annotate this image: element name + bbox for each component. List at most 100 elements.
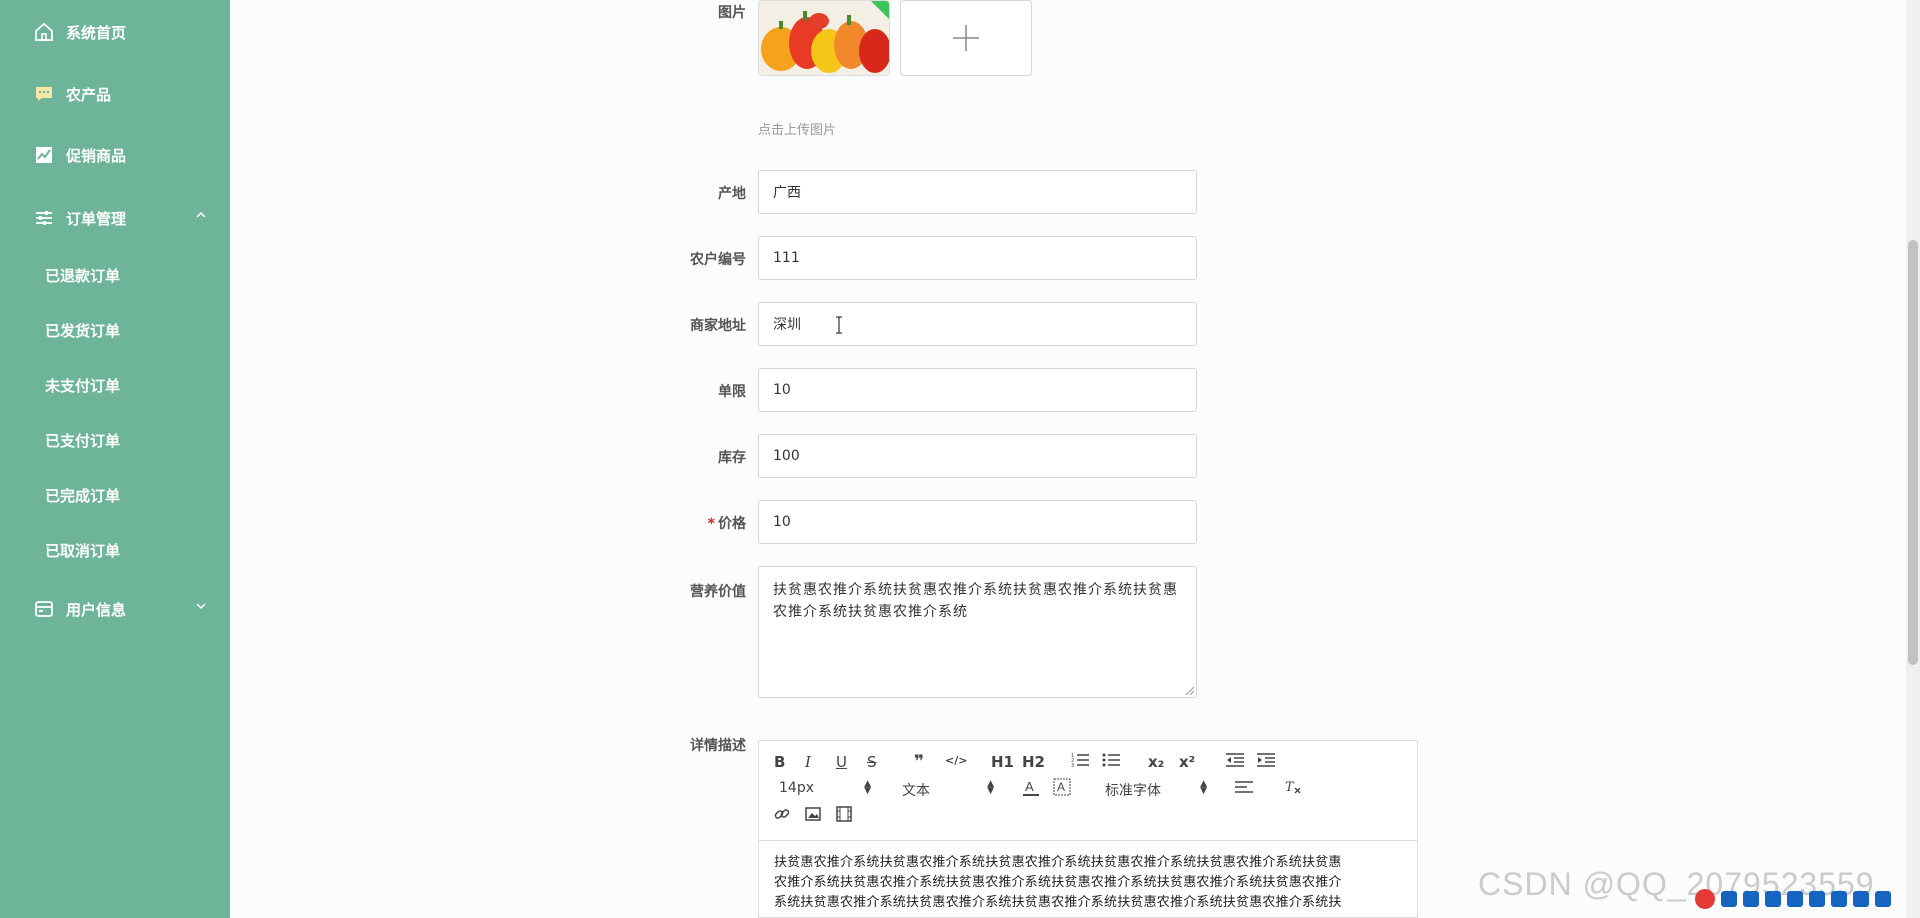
price-value: 10 <box>773 514 791 530</box>
product-image-thumbnail[interactable] <box>758 0 890 76</box>
sidebar-subitem-shipped[interactable]: 已发货订单 <box>0 312 230 348</box>
editor-line: 农推介系统扶贫惠农推介系统扶贫惠农推介系统扶贫惠农推介系统扶贫惠农推介系统扶贫惠… <box>774 875 1342 890</box>
select-arrows-icon: ▲ ▼ <box>1200 779 1207 796</box>
origin-value: 广西 <box>773 185 801 201</box>
wallet-icon <box>32 597 56 621</box>
ime-grid-icon[interactable] <box>1875 891 1891 907</box>
editor-line: 扶贫惠农推介系统扶贫惠农推介系统扶贫惠农推介系统扶贫惠农推介系统扶贫惠农推介系统… <box>774 855 1342 870</box>
ime-mic-icon[interactable] <box>1765 891 1781 907</box>
merchant-address-label: 商家地址 <box>690 318 746 334</box>
sidebar-subitem-label: 已完成订单 <box>45 486 121 505</box>
chevron-up-icon <box>196 211 206 218</box>
description-label: 详情描述 <box>690 738 746 754</box>
font-color-icon[interactable]: A <box>1022 778 1040 796</box>
sidebar-subitem-cancelled[interactable]: 已取消订单 <box>0 532 230 568</box>
indent-icon[interactable] <box>1257 752 1275 768</box>
video-insert-icon[interactable] <box>836 806 852 822</box>
select-arrows-icon: ▲ ▼ <box>987 779 994 796</box>
stock-value: 100 <box>773 448 800 464</box>
origin-input[interactable]: 广西 <box>758 170 1197 214</box>
farmer-id-input[interactable]: 111 <box>758 236 1197 280</box>
home-icon <box>32 20 56 44</box>
price-label-text: 价格 <box>718 516 746 532</box>
ime-skin-icon[interactable] <box>1809 891 1825 907</box>
scrollbar-thumb[interactable] <box>1908 240 1918 665</box>
heading1-button[interactable]: H1 <box>991 753 1014 771</box>
sidebar-subitem-paid[interactable]: 已支付订单 <box>0 422 230 458</box>
merchant-address-input[interactable]: 深圳 <box>758 302 1197 346</box>
italic-button[interactable]: I <box>805 753 811 771</box>
font-size-select[interactable]: 14px ▲ ▼ <box>779 780 871 797</box>
stock-input[interactable]: 100 <box>758 434 1197 478</box>
page-scrollbar[interactable] <box>1906 0 1920 918</box>
sidebar-item-orders[interactable]: 订单管理 <box>0 198 230 238</box>
strike-button[interactable]: S <box>867 753 877 771</box>
upload-hint: 点击上传图片 <box>758 123 837 138</box>
link-icon[interactable] <box>774 806 790 822</box>
font-family-value: 标准字体 <box>1105 783 1161 799</box>
ime-punctuation-icon[interactable] <box>1743 891 1759 907</box>
stock-label: 库存 <box>718 450 746 466</box>
ime-face-icon[interactable] <box>1853 891 1869 907</box>
blockquote-button[interactable]: ❞ <box>914 752 924 772</box>
price-label: * 价格 <box>626 513 746 533</box>
superscript-button[interactable]: x² <box>1179 753 1195 771</box>
sidebar-item-home[interactable]: 系统首页 <box>0 12 230 52</box>
paragraph-select[interactable]: 文本 ▲ ▼ <box>902 780 994 800</box>
farmer-id-value: 111 <box>773 250 800 266</box>
required-mark: * <box>707 516 715 532</box>
farmer-id-label: 农户编号 <box>690 252 746 268</box>
clear-format-icon[interactable]: T <box>1284 779 1302 795</box>
sidebar-item-label: 促销商品 <box>66 146 127 165</box>
chevron-down-icon <box>196 603 206 610</box>
sidebar-subitem-completed[interactable]: 已完成订单 <box>0 477 230 513</box>
sidebar-item-label: 用户信息 <box>66 600 127 619</box>
sidebar-item-label: 订单管理 <box>66 209 127 228</box>
text-cursor-icon <box>836 316 842 334</box>
code-button[interactable]: </> <box>945 754 967 767</box>
nutrition-textarea[interactable]: 扶贫惠农推介系统扶贫惠农推介系统扶贫惠农推介系统扶贫惠农推介系统扶贫惠农推介系统 <box>758 566 1197 698</box>
price-input[interactable]: 10 <box>758 500 1197 544</box>
sidebar-subitem-refunded[interactable]: 已退款订单 <box>0 257 230 293</box>
font-family-select[interactable]: 标准字体 ▲ ▼ <box>1105 780 1207 800</box>
nutrition-label: 营养价值 <box>690 584 746 600</box>
ime-chinese-icon[interactable] <box>1721 891 1737 907</box>
svg-text:T: T <box>1285 780 1295 795</box>
bold-button[interactable]: B <box>774 753 785 771</box>
sidebar-item-users[interactable]: 用户信息 <box>0 589 230 629</box>
editor-line: 系统扶贫惠农推介系统扶贫惠农推介系统扶贫惠农推介系统扶贫惠农推介系统扶贫惠农推介… <box>774 895 1342 910</box>
peppers-image <box>759 1 889 75</box>
ime-keyboard-icon[interactable] <box>1787 891 1803 907</box>
image-insert-icon[interactable] <box>805 806 821 822</box>
sidebar-subitem-label: 已退款订单 <box>45 266 121 285</box>
svg-text:A: A <box>1057 780 1065 794</box>
sidebar-subitem-label: 已支付订单 <box>45 431 121 450</box>
bullet-list-icon[interactable] <box>1102 752 1120 768</box>
sidebar-subitem-unpaid[interactable]: 未支付订单 <box>0 367 230 403</box>
resize-handle-icon[interactable] <box>1184 685 1194 695</box>
origin-label: 产地 <box>718 186 746 202</box>
sidebar-item-label: 系统首页 <box>66 23 127 42</box>
limit-value: 10 <box>773 382 791 398</box>
sidebar: 系统首页 农产品 促销商品 订单管理 已退款订单 已发货订单 未支付订单 已支付… <box>0 0 230 918</box>
ordered-list-icon[interactable]: 123 <box>1071 752 1089 768</box>
sidebar-subitem-label: 已取消订单 <box>45 541 121 560</box>
sidebar-item-promotions[interactable]: 促销商品 <box>0 135 230 175</box>
background-color-icon[interactable]: A <box>1053 778 1071 796</box>
ime-shirt-icon[interactable] <box>1831 891 1847 907</box>
subscript-button[interactable]: x₂ <box>1148 753 1164 771</box>
align-icon[interactable] <box>1235 779 1253 795</box>
limit-input[interactable]: 10 <box>758 368 1197 412</box>
paragraph-value: 文本 <box>902 783 930 799</box>
upload-image-button[interactable] <box>900 0 1032 76</box>
heading2-button[interactable]: H2 <box>1022 753 1045 771</box>
sidebar-subitem-label: 已发货订单 <box>45 321 121 340</box>
ime-logo-icon[interactable] <box>1695 889 1715 909</box>
sidebar-item-products[interactable]: 农产品 <box>0 74 230 114</box>
font-size-value: 14px <box>779 780 814 796</box>
outdent-icon[interactable] <box>1226 752 1244 768</box>
underline-button[interactable]: U <box>836 753 847 771</box>
main-content: 图片 点击上传图片 产地 广西 农户编号 111 商家地址 深圳 单限 10 库… <box>230 0 1920 918</box>
editor-content[interactable]: 扶贫惠农推介系统扶贫惠农推介系统扶贫惠农推介系统扶贫惠农推介系统扶贫惠农推介系统… <box>759 843 1417 913</box>
chat-icon <box>32 82 56 106</box>
